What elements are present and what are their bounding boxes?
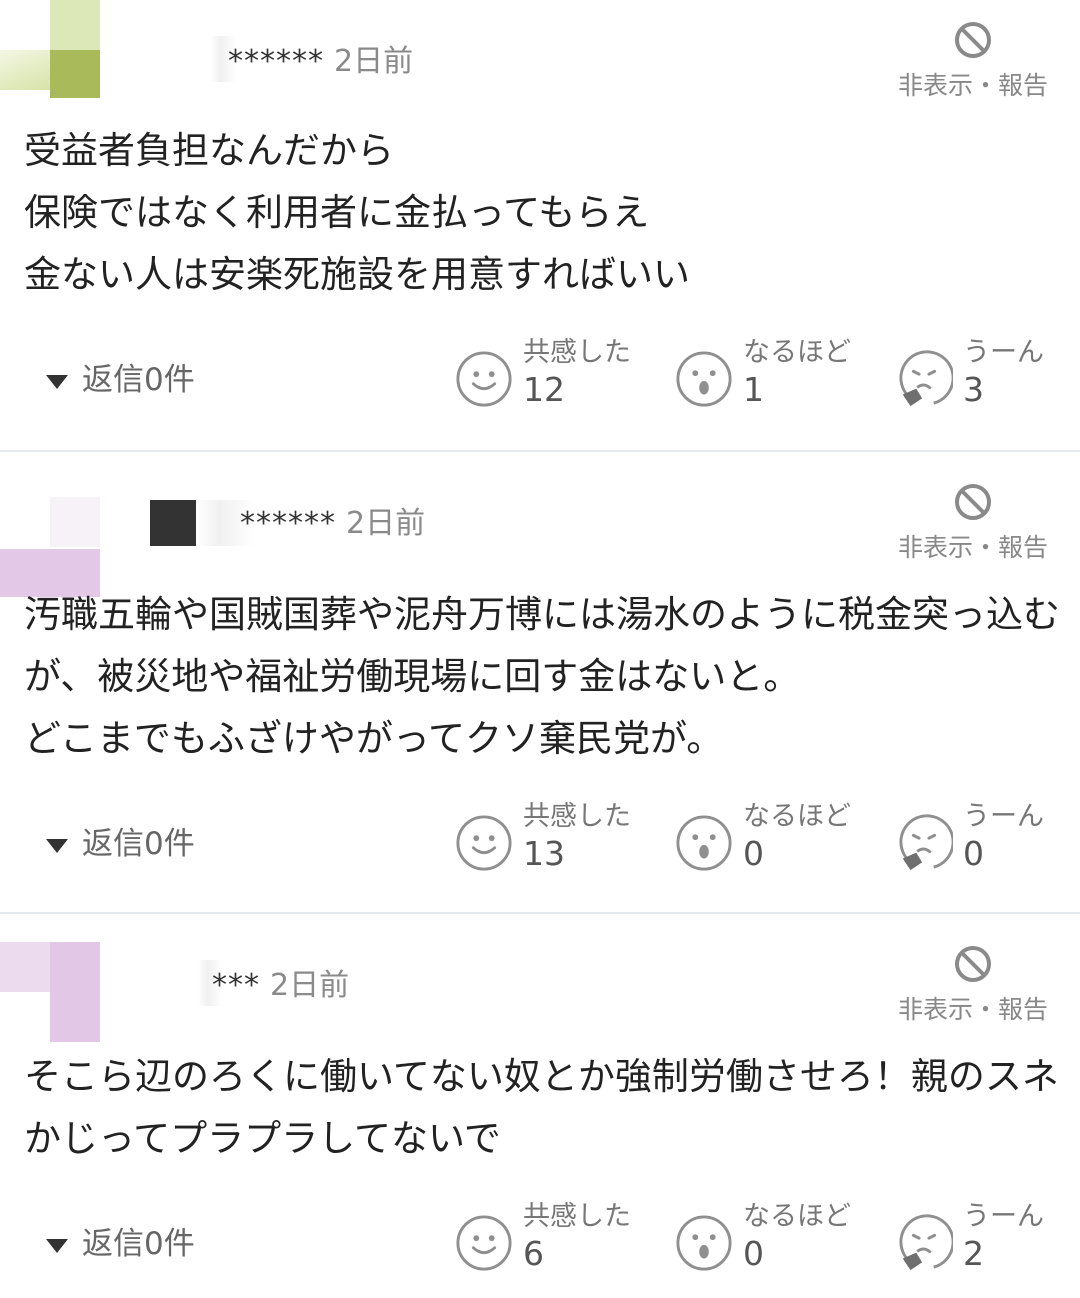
surprised-face-icon	[675, 350, 733, 408]
hide-report-button[interactable]: 非表示・報告	[888, 20, 1058, 102]
smile-face-icon	[455, 350, 513, 408]
username[interactable]: ******	[240, 506, 336, 541]
avatar[interactable]	[0, 942, 100, 1042]
reaction-count: 3	[963, 370, 984, 409]
reaction-count: 0	[743, 1234, 764, 1273]
caret-down-icon	[46, 838, 68, 853]
reaction-count: 6	[523, 1234, 544, 1273]
reaction-label: 共感した	[523, 1201, 631, 1232]
reply-count-label: 返信0件	[82, 362, 195, 398]
reaction-count: 12	[523, 370, 565, 409]
comment-item-2: ****** 2日前 非表示・報告 汚職五輪や国賊国葬や泥舟万博には湯水のように税…	[0, 452, 1080, 914]
reaction-count: 2	[963, 1234, 984, 1273]
reply-count-label: 返信0件	[82, 826, 195, 862]
reaction-count: 13	[523, 834, 565, 873]
ban-icon	[953, 944, 993, 984]
timestamp: 2日前	[346, 506, 426, 541]
reaction-count: 0	[963, 834, 984, 873]
comment-meta: ****** 2日前	[240, 498, 425, 542]
username-redaction	[150, 500, 196, 546]
reply-toggle-button[interactable]: 返信0件	[46, 1218, 195, 1263]
hide-report-label: 非表示・報告	[897, 995, 1048, 1024]
comment-body: そこら辺のろくに働いてない奴とか強制労働させろ！親のスネかじってプラプラしてない…	[24, 1055, 1059, 1160]
smile-face-icon	[455, 814, 513, 872]
reply-toggle-button[interactable]: 返信0件	[46, 354, 195, 399]
reaction-label: うーん	[963, 337, 1044, 368]
hide-report-button[interactable]: 非表示・報告	[888, 482, 1058, 564]
comment-body: 受益者負担なんだから 保険ではなく利用者に金払ってもらえ 金ない人は安楽死施設を…	[24, 129, 690, 296]
reply-count-label: 返信0件	[82, 1226, 195, 1262]
reaction-label: 共感した	[523, 337, 631, 368]
comment-meta: ****** 2日前	[228, 36, 413, 80]
comment-body: 汚職五輪や国賊国葬や泥舟万博には湯水のように税金突っ込むが、被災地や福祉労働現場…	[24, 593, 1060, 760]
timestamp: 2日前	[334, 44, 414, 79]
reply-toggle-button[interactable]: 返信0件	[46, 818, 195, 863]
reaction-label: なるほど	[743, 337, 851, 368]
caret-down-icon	[46, 1238, 68, 1253]
surprised-face-icon	[675, 814, 733, 872]
reaction-count: 1	[743, 370, 764, 409]
comment-item-1: ****** 2日前 非表示・報告 受益者負担なんだから 保険ではなく利用者に金払…	[0, 0, 1080, 452]
reaction-label: なるほど	[743, 1201, 851, 1232]
reaction-count: 0	[743, 834, 764, 873]
hide-report-button[interactable]: 非表示・報告	[888, 944, 1058, 1026]
username[interactable]: ***	[212, 968, 260, 1003]
hide-report-label: 非表示・報告	[897, 71, 1048, 100]
ban-icon	[953, 20, 993, 60]
reaction-label: なるほど	[743, 801, 851, 832]
avatar[interactable]	[0, 497, 100, 597]
caret-down-icon	[46, 374, 68, 389]
thinking-face-icon	[895, 814, 953, 872]
comment-item-3: *** 2日前 非表示・報告 そこら辺のろくに働いてない奴とか強制労働させろ！親の…	[0, 914, 1080, 1298]
surprised-face-icon	[675, 1214, 733, 1272]
avatar[interactable]	[0, 0, 100, 100]
reaction-label: 共感した	[523, 801, 631, 832]
hide-report-label: 非表示・報告	[897, 533, 1048, 562]
reaction-label: うーん	[963, 1201, 1044, 1232]
ban-icon	[953, 482, 993, 522]
thinking-face-icon	[895, 1214, 953, 1272]
username[interactable]: ******	[228, 44, 324, 79]
timestamp: 2日前	[270, 968, 350, 1003]
comment-meta: *** 2日前	[212, 960, 349, 1004]
thinking-face-icon	[895, 350, 953, 408]
smile-face-icon	[455, 1214, 513, 1272]
reaction-label: うーん	[963, 801, 1044, 832]
